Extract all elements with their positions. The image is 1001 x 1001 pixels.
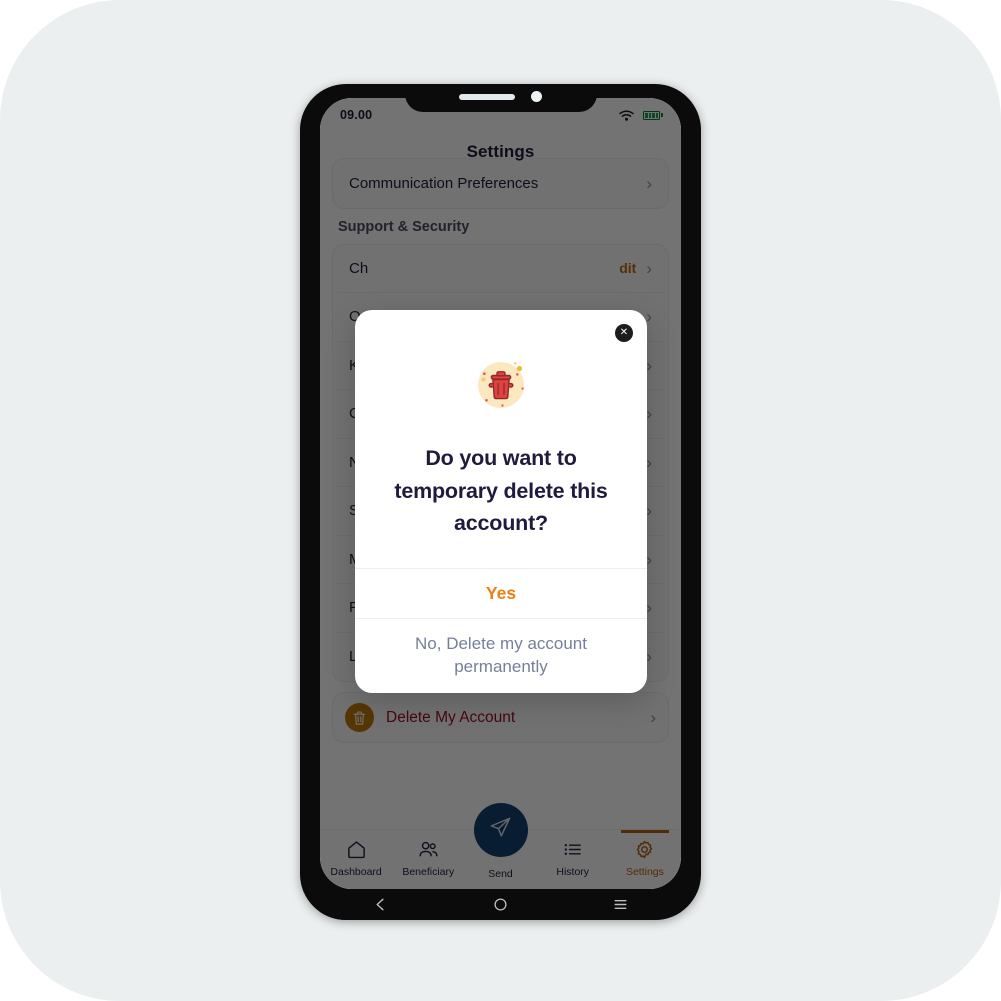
delete-permanently-button[interactable]: No, Delete my account permanently bbox=[355, 618, 647, 693]
android-system-nav bbox=[320, 889, 681, 920]
speaker-grille bbox=[459, 93, 515, 100]
close-icon[interactable]: ✕ bbox=[615, 324, 633, 342]
home-circle-icon[interactable] bbox=[492, 896, 509, 913]
front-camera bbox=[531, 91, 542, 102]
back-chevron-icon[interactable] bbox=[372, 896, 389, 913]
trash-can-illustration bbox=[377, 354, 625, 416]
delete-account-modal: ✕ Do you want to temporary delete this a… bbox=[355, 310, 647, 693]
phone-frame: 09.00 Settings Communication Preferences… bbox=[300, 84, 701, 920]
phone-screen: 09.00 Settings Communication Preferences… bbox=[320, 98, 681, 889]
phone-notch bbox=[404, 84, 597, 112]
confirm-yes-button[interactable]: Yes bbox=[355, 568, 647, 618]
menu-icon[interactable] bbox=[612, 896, 629, 913]
modal-question: Do you want to temporary delete this acc… bbox=[394, 446, 608, 536]
modal-overlay[interactable]: ✕ Do you want to temporary delete this a… bbox=[320, 98, 681, 889]
confirm-yes-label: Yes bbox=[485, 583, 517, 604]
page-background: 09.00 Settings Communication Preferences… bbox=[0, 0, 1001, 1001]
delete-permanently-label: No, Delete my account permanently bbox=[415, 634, 587, 676]
